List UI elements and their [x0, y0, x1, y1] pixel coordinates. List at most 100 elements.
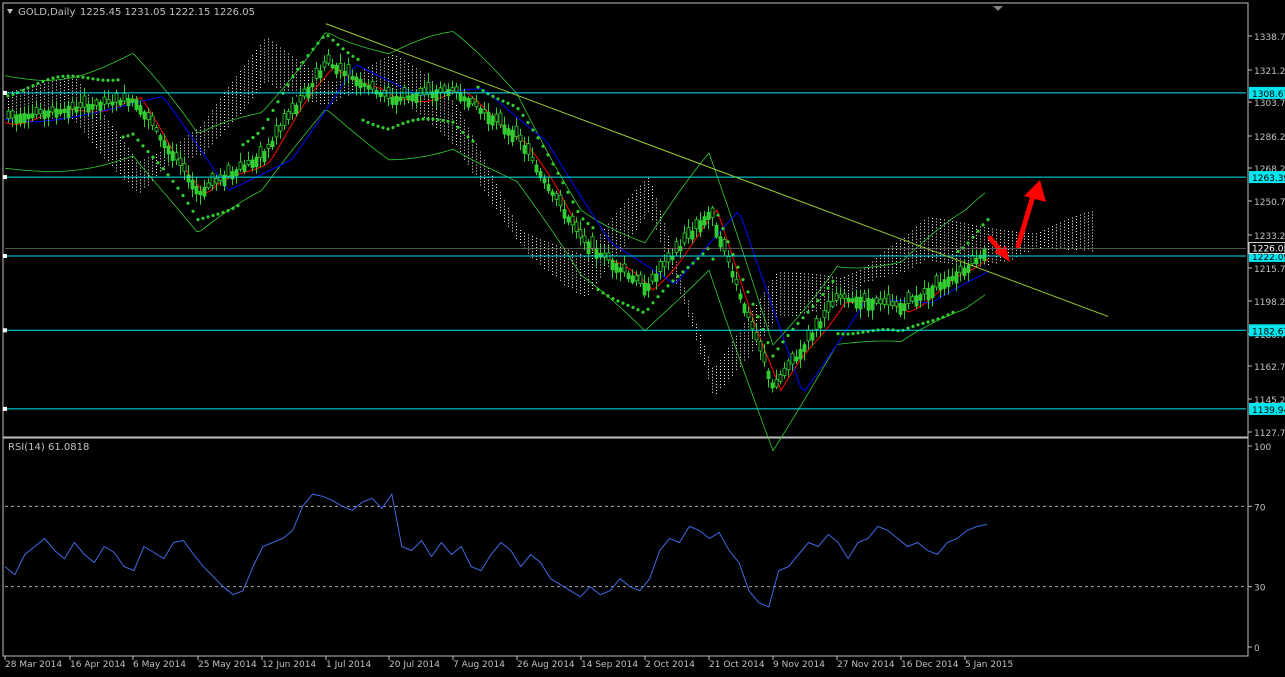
cloud-dot — [288, 59, 289, 61]
trendline-group[interactable] — [325, 23, 1109, 317]
cloud-dot — [572, 272, 573, 274]
cloud-dot — [1080, 235, 1081, 237]
cloud-dot — [800, 312, 801, 314]
cloud-dot — [440, 124, 441, 126]
cloud-dot — [500, 200, 501, 202]
sar-dot — [526, 120, 530, 125]
cloud-dot — [296, 89, 297, 91]
cloud-dot — [896, 264, 897, 265]
cloud-dot — [476, 173, 477, 175]
cloud-dot — [444, 110, 445, 112]
cloud-dot — [920, 232, 921, 234]
cloud-dot — [1080, 217, 1081, 219]
candle-body — [642, 282, 647, 296]
chart-canvas[interactable]: GOLD,Daily 1225.45 1231.05 1222.15 1226.… — [0, 0, 1285, 673]
cloud-dot — [952, 233, 953, 235]
cloud-dot — [568, 267, 569, 269]
cloud-dot — [1088, 236, 1089, 238]
sar-dot — [111, 78, 115, 82]
cloud-dot — [296, 62, 297, 64]
cloud-dot — [992, 246, 993, 248]
cloud-dot — [972, 240, 973, 241]
sar-dot — [46, 78, 50, 82]
price-chart-window[interactable]: GOLD,Daily 1225.45 1231.05 1222.15 1226.… — [0, 0, 1285, 673]
cloud-dot — [488, 194, 489, 196]
cloud-dot — [804, 273, 805, 275]
cloud-dot — [32, 89, 33, 91]
cloud-dot — [1000, 259, 1001, 261]
cloud-dot — [68, 85, 69, 87]
cloud-dot — [1080, 220, 1081, 222]
cloud-dot — [476, 155, 477, 157]
cloud-dot — [632, 221, 633, 223]
cloud-dot — [248, 102, 249, 104]
candle-body — [622, 263, 627, 273]
cloud-dot — [656, 210, 657, 212]
candle-body — [22, 113, 27, 123]
cloud-dot — [28, 102, 29, 104]
cloud-dot — [780, 281, 781, 283]
cloud-dot — [612, 254, 613, 256]
sar-dot — [951, 310, 955, 314]
cloud-dot — [200, 153, 201, 155]
cloud-dot — [24, 100, 25, 102]
cloud-dot — [716, 380, 717, 382]
candle-body — [54, 108, 59, 118]
cloud-dot — [724, 365, 725, 367]
cloud-dot — [912, 239, 913, 241]
cloud-dot — [272, 59, 273, 61]
cloud-dot — [924, 258, 925, 260]
sar-dot — [171, 179, 175, 183]
cloud-dot — [768, 301, 769, 303]
cloud-dot — [328, 96, 329, 98]
cloud-dot — [608, 244, 609, 246]
cloud-dot — [752, 344, 753, 346]
cloud-dot — [128, 163, 129, 165]
cloud-dot — [240, 83, 241, 84]
cloud-dot — [496, 204, 497, 206]
cloud-dot — [460, 150, 461, 152]
cloud-dot — [76, 79, 77, 81]
cloud-dot — [480, 169, 481, 171]
annotation-arrows[interactable] — [987, 180, 1046, 262]
cloud-dot — [620, 226, 621, 228]
candle-body — [254, 156, 259, 168]
candle-body — [98, 101, 103, 112]
cloud-dot — [1084, 243, 1085, 245]
cloud-dot — [668, 242, 669, 243]
cloud-dot — [388, 71, 389, 73]
cloud-dot — [280, 74, 281, 76]
shift-marker-icon[interactable] — [993, 6, 1003, 11]
cloud-dot — [980, 241, 981, 243]
candle-body — [870, 298, 875, 311]
cloud-dot — [232, 117, 233, 119]
cloud-dot — [456, 107, 457, 109]
cloud-dot — [776, 276, 777, 278]
cloud-dot — [988, 231, 989, 232]
cloud-dot — [660, 228, 661, 230]
candle-body — [334, 64, 339, 75]
cloud-dot — [476, 170, 477, 172]
cloud-dot — [400, 88, 401, 90]
cloud-dot — [552, 267, 553, 269]
cloud-dot — [292, 59, 293, 61]
cloud-dot — [472, 135, 473, 137]
cloud-dot — [476, 143, 477, 145]
cloud-dot — [636, 222, 637, 224]
dropdown-triangle-icon[interactable] — [7, 9, 13, 14]
cloud-dot — [624, 236, 625, 238]
cloud-dot — [948, 229, 949, 231]
cloud-dot — [524, 244, 525, 246]
cloud-dot — [612, 224, 613, 226]
cloud-dot — [1020, 250, 1021, 252]
cloud-dot — [140, 173, 141, 175]
cloud-dot — [332, 85, 333, 86]
cloud-dot — [968, 257, 969, 259]
candle-body — [542, 178, 547, 184]
cloud-dot — [720, 365, 721, 367]
cloud-dot — [284, 59, 285, 61]
cloud-dot — [240, 95, 241, 96]
sar-dot — [841, 332, 845, 336]
cloud-dot — [260, 47, 261, 49]
cloud-dot — [424, 116, 425, 118]
